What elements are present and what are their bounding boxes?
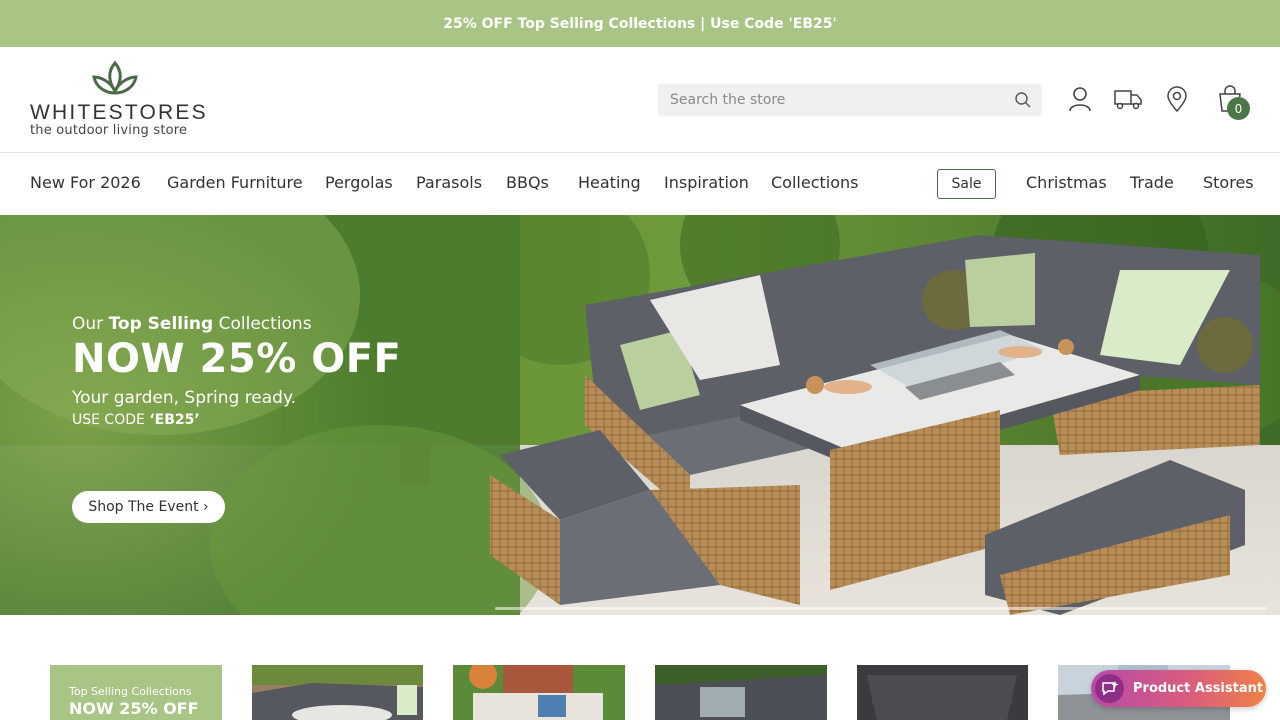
nav-garden-furniture[interactable]: Garden Furniture [167, 173, 303, 192]
promo-card[interactable]: Top Selling Collections NOW 25% OFF [50, 665, 222, 720]
store-locator-icon[interactable] [1162, 84, 1192, 114]
cart-count-badge[interactable]: 0 [1227, 97, 1250, 120]
site-header: WHITESTORES the outdoor living store [0, 47, 1280, 153]
shop-the-event-button[interactable]: Shop The Event › [72, 491, 225, 523]
main-nav: New For 2026 Garden Furniture Pergolas P… [0, 153, 1280, 215]
hero-code-value: ‘EB25’ [149, 412, 200, 428]
search-icon[interactable] [1014, 91, 1032, 109]
sale-button[interactable]: Sale [937, 169, 996, 199]
promo-card-line2: NOW 25% OFF [69, 699, 199, 718]
logo[interactable]: WHITESTORES the outdoor living store [30, 61, 208, 141]
nav-stores[interactable]: Stores [1203, 173, 1254, 192]
collection-image-1 [252, 665, 423, 720]
promo-bar[interactable]: 25% OFF Top Selling Collections | Use Co… [0, 0, 1280, 47]
collection-image-2 [453, 665, 625, 720]
account-icon[interactable] [1065, 84, 1095, 114]
search-input[interactable] [658, 84, 998, 116]
nav-heating[interactable]: Heating [578, 173, 641, 192]
nav-trade[interactable]: Trade [1130, 173, 1174, 192]
hero-eyebrow-post: Collections [213, 314, 312, 334]
nav-bbqs[interactable]: BBQs [506, 173, 549, 192]
hero-eyebrow-bold: Top Selling [108, 314, 214, 334]
lotus-logo-icon [92, 61, 138, 95]
hero-eyebrow: Our Top Selling Collections [72, 314, 401, 334]
hero-banner[interactable]: Our Top Selling Collections NOW 25% OFF … [0, 215, 1280, 615]
hero-subline: Your garden, Spring ready. [72, 388, 297, 408]
collection-card-4[interactable] [857, 665, 1028, 720]
sparkle-chat-icon [1095, 674, 1124, 703]
hero-promo-code: USE CODE ‘EB25’ [72, 412, 401, 428]
collection-card-1[interactable] [252, 665, 423, 720]
product-assistant-label: Product Assistant [1133, 681, 1264, 696]
nav-collections[interactable]: Collections [771, 173, 858, 192]
nav-pergolas[interactable]: Pergolas [325, 173, 393, 192]
hero-eyebrow-pre: Our [72, 314, 109, 334]
search-bar [658, 84, 1042, 116]
hero-code-pre: USE CODE [72, 412, 150, 428]
collection-image-3 [655, 665, 827, 720]
product-assistant-button[interactable]: Product Assistant [1091, 670, 1266, 707]
promo-card-line1: Top Selling Collections [69, 685, 192, 698]
nav-parasols[interactable]: Parasols [416, 173, 482, 192]
collection-card-2[interactable] [453, 665, 625, 720]
hero-scrollbar[interactable] [495, 607, 1267, 610]
collection-image-4 [857, 665, 1028, 720]
nav-christmas[interactable]: Christmas [1026, 173, 1107, 192]
hero-headline: NOW 25% OFF [72, 336, 402, 382]
delivery-truck-icon[interactable] [1112, 84, 1144, 114]
nav-inspiration[interactable]: Inspiration [664, 173, 749, 192]
promo-text: 25% OFF Top Selling Collections | Use Co… [443, 15, 837, 32]
collection-cards: Top Selling Collections NOW 25% OFF [0, 665, 1280, 720]
brand-name: WHITESTORES [30, 101, 208, 124]
nav-new-for-2026[interactable]: New For 2026 [30, 173, 141, 192]
collection-card-3[interactable] [655, 665, 827, 720]
brand-tagline: the outdoor living store [30, 123, 188, 138]
hero-copy: Our Top Selling Collections NOW 25% OFF … [72, 314, 401, 428]
